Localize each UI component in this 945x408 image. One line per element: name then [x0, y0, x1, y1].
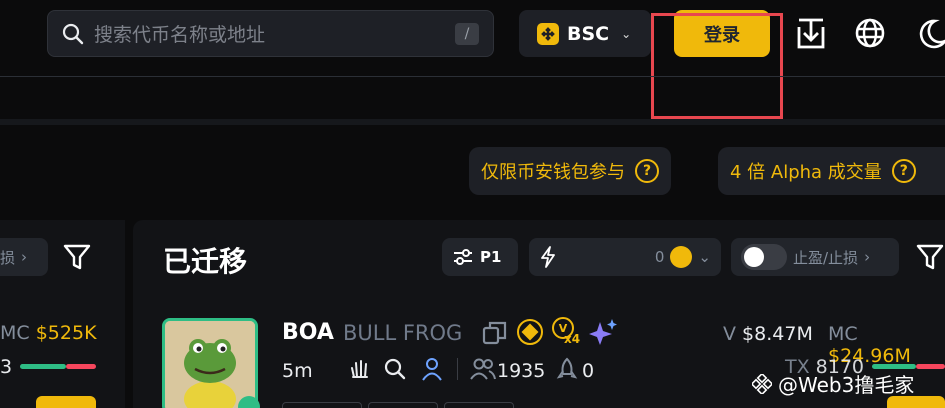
dark-mode-moon-icon[interactable]: [912, 14, 945, 54]
bnb-coin-icon: [670, 246, 693, 268]
left-mc-label: MC: [0, 322, 30, 344]
search-shortcut-badge: /: [455, 22, 479, 45]
tag-chip[interactable]: [444, 402, 514, 408]
chevron-right-icon: ›: [864, 248, 871, 266]
help-question-icon[interactable]: ?: [635, 159, 659, 183]
quick-buy-button[interactable]: [887, 396, 945, 408]
snipers-count: 0: [582, 360, 595, 382]
tp-sl-toggle[interactable]: [741, 244, 787, 270]
tp-sl-toggle-control[interactable]: 止盈/止损 ›: [731, 238, 899, 276]
tag-chip[interactable]: [368, 402, 438, 408]
frog-image: [165, 321, 255, 408]
left-quick-buy-button[interactable]: [36, 396, 96, 408]
holders-count: 1935: [497, 360, 546, 382]
left-tx-value: 3: [0, 356, 13, 378]
watermark-logo-icon: [752, 373, 772, 394]
chevron-down-icon: ⌄: [698, 248, 711, 266]
binance-alpha-icon: [517, 319, 543, 345]
chevron-down-icon: ⌄: [621, 26, 632, 41]
chevron-right-icon: ›: [21, 248, 28, 266]
bnb-icon: [537, 22, 559, 45]
language-globe-icon[interactable]: [853, 14, 889, 54]
quick-buy-amount[interactable]: 0: [655, 248, 665, 266]
volume-label: V: [723, 323, 736, 345]
filter-funnel-icon[interactable]: [915, 242, 945, 276]
token-symbol[interactable]: BOA: [282, 320, 334, 345]
boost-multiplier: x4: [564, 332, 581, 346]
token-avatar[interactable]: [162, 318, 258, 408]
search-icon: [62, 23, 84, 44]
left-sell-bar: [66, 364, 96, 369]
left-tp-sl-label: 损: [0, 248, 16, 267]
download-icon[interactable]: [793, 14, 829, 54]
tp-sl-label: 止盈/止损: [793, 248, 859, 267]
left-tp-sl-control[interactable]: 损 ›: [0, 238, 48, 276]
preset-label: P1: [480, 248, 502, 266]
volume-stat: V $8.47M: [723, 323, 813, 345]
left-buy-bar: [20, 364, 66, 369]
network-label: BSC: [567, 22, 610, 45]
watermark-text: @Web3撸毛家: [778, 373, 915, 397]
watermark: @Web3撸毛家: [752, 369, 914, 398]
preset-selector[interactable]: P1: [442, 238, 518, 276]
help-question-icon[interactable]: ?: [891, 159, 916, 183]
sniper-rocket-icon: [556, 357, 578, 385]
header-divider: [0, 76, 945, 77]
dev-user-icon: [421, 357, 443, 385]
search-input[interactable]: 搜索代币名称或地址: [94, 20, 455, 47]
filter-funnel-icon[interactable]: [62, 242, 92, 276]
promo-binance-wallet-only[interactable]: 仅限币安钱包参与 ?: [469, 147, 671, 195]
token-name: BULL FROG: [343, 321, 463, 345]
network-selector[interactable]: BSC ⌄: [519, 10, 651, 57]
left-mc-stat: MC $525K: [0, 322, 97, 344]
volume-boost-icon: V x4: [552, 317, 582, 347]
copy-icon[interactable]: [482, 320, 508, 350]
sliders-icon: [454, 249, 472, 265]
hand-wave-icon: [348, 357, 372, 385]
promo-label: 仅限币安钱包参与: [481, 162, 625, 183]
section-title: 已迁移: [163, 245, 248, 278]
sparkle-icon: [588, 318, 618, 350]
quick-buy-amount-control[interactable]: 0 ⌄: [529, 238, 721, 276]
promo-alpha-volume[interactable]: 4 倍 Alpha 成交量 ?: [718, 147, 945, 195]
section-divider: [0, 119, 945, 125]
left-mc-value: $525K: [35, 322, 97, 344]
promo-label: 4 倍 Alpha 成交量: [730, 162, 882, 183]
search-bar[interactable]: 搜索代币名称或地址 /: [47, 10, 494, 57]
stat-separator: [457, 358, 458, 380]
token-age: 5m: [282, 360, 313, 382]
highlight-annotation-box: [651, 13, 783, 119]
volume-value: $8.47M: [742, 323, 813, 345]
lightning-icon: [541, 246, 555, 268]
tag-chip[interactable]: [282, 402, 362, 408]
sell-ratio-bar: [916, 364, 945, 369]
mc-label: MC: [828, 323, 858, 345]
holders-icon: [470, 357, 496, 385]
search-icon[interactable]: [384, 358, 406, 384]
